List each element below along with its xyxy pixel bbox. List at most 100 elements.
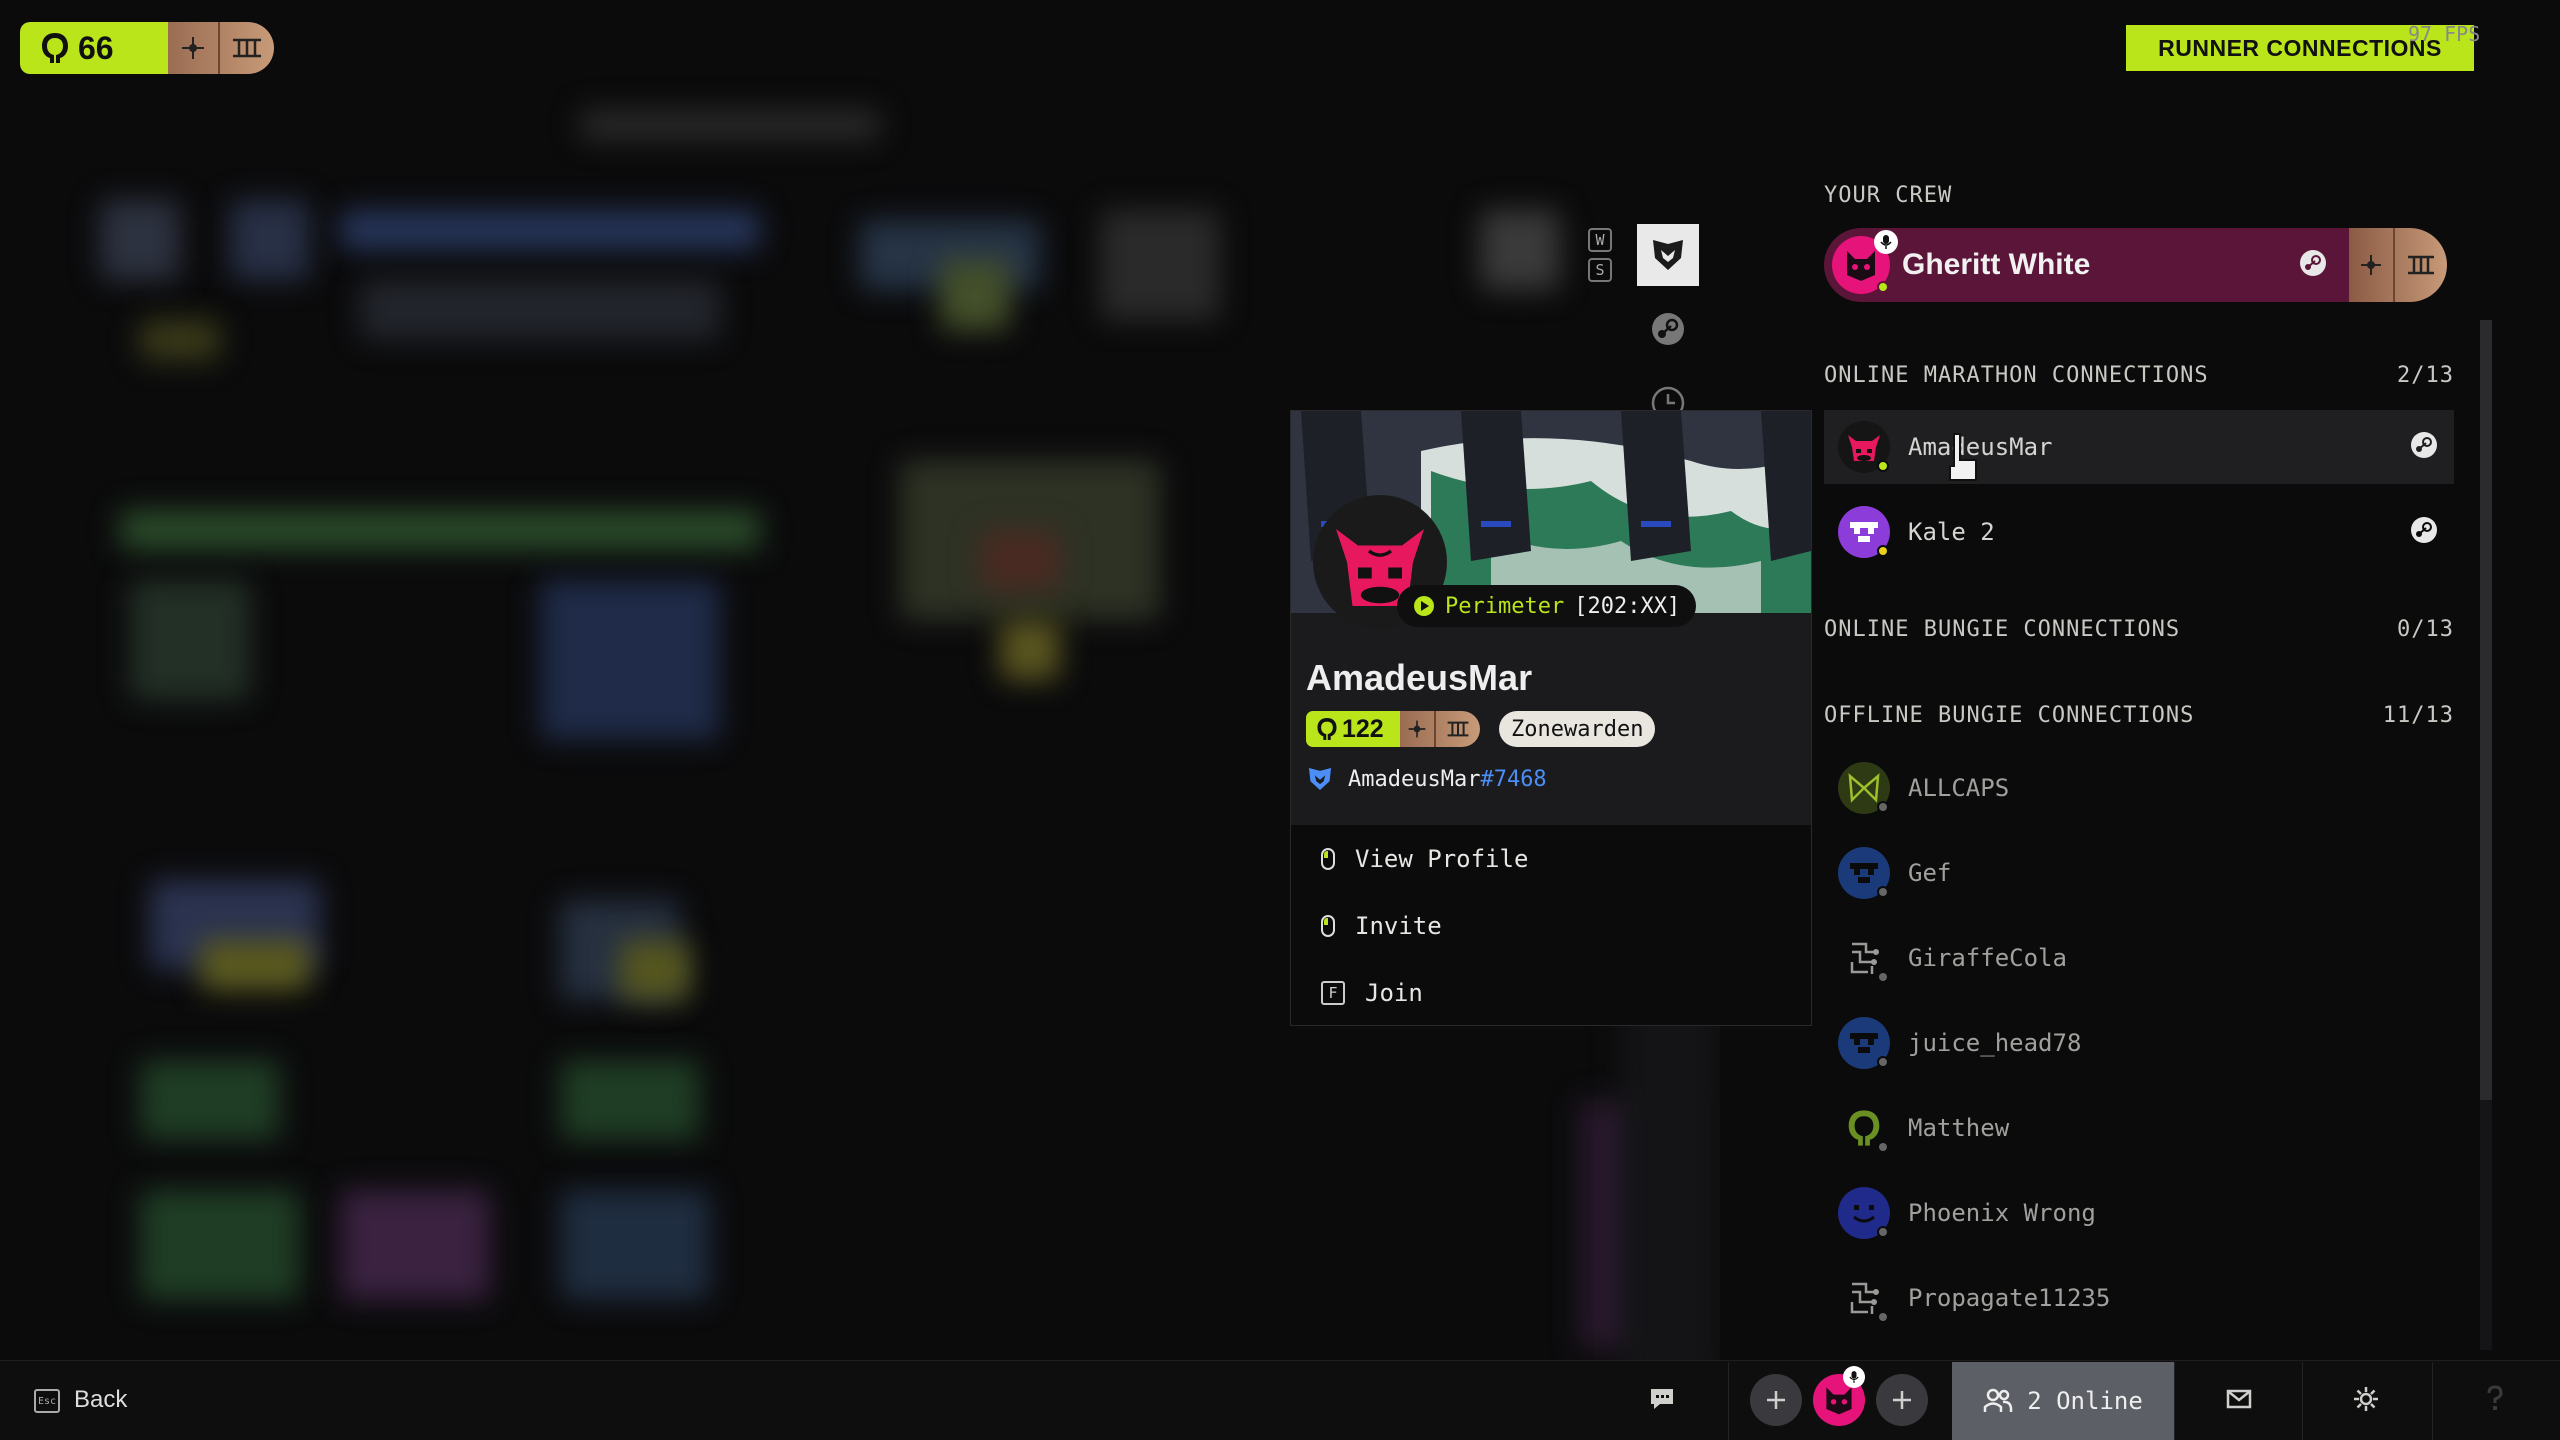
- back-button[interactable]: Back: [74, 1386, 127, 1414]
- friend-row-matthew[interactable]: Matthew: [1824, 1091, 2454, 1165]
- friend-name: Kale 2: [1908, 518, 1995, 546]
- profile-rank-badge: [1400, 711, 1480, 747]
- profile-context-menu: View Profile Invite F Join: [1291, 825, 1811, 1025]
- mouse-left-click-icon: [1321, 914, 1335, 937]
- mail-button[interactable]: [2226, 1388, 2252, 1414]
- add-crew-slot-right-button[interactable]: [1876, 1374, 1928, 1426]
- bungie-tab[interactable]: [1637, 224, 1699, 286]
- avatar: [1832, 230, 1898, 294]
- key-f: F: [1321, 980, 1345, 1005]
- join-menu-item[interactable]: F Join: [1291, 959, 1811, 1026]
- friends-scrollbar-thumb[interactable]: [2480, 320, 2492, 1100]
- menu-item-label: View Profile: [1355, 844, 1529, 873]
- settings-button[interactable]: [2352, 1385, 2380, 1417]
- offline-status-dot: [1877, 971, 1889, 983]
- away-status-dot: [1877, 545, 1889, 557]
- crew-avatar-button[interactable]: [1813, 1366, 1865, 1426]
- online-status-dot: [1877, 281, 1889, 293]
- offline-bungie-section-header: OFFLINE BUNGIE CONNECTIONS 11/13: [1824, 703, 2454, 728]
- plus-icon: [1767, 1391, 1785, 1409]
- section-count: 11/13: [2382, 703, 2454, 728]
- chat-button[interactable]: [1648, 1386, 1676, 1416]
- friend-row-juice-head78[interactable]: juice_head78: [1824, 1006, 2454, 1080]
- key-w: W: [1588, 228, 1612, 252]
- bungie-name-row: AmadeusMar#7468: [1306, 765, 1547, 793]
- play-icon: [1414, 596, 1434, 616]
- steam-icon: [2410, 516, 2438, 548]
- player-level-value: 66: [78, 29, 114, 66]
- add-crew-slot-left-button[interactable]: [1750, 1374, 1802, 1426]
- bottom-divider: [2302, 1362, 2303, 1440]
- steam-icon: [2299, 249, 2327, 281]
- profile-popup: Perimeter [202:XX] AmadeusMar 122 Zonewa…: [1290, 410, 1812, 1026]
- crew-member-card[interactable]: Gheritt White: [1824, 228, 2349, 302]
- friend-row-allcaps[interactable]: ALLCAPS: [1824, 751, 2454, 825]
- help-button[interactable]: [2484, 1384, 2506, 1416]
- plus-icon: [1893, 1391, 1911, 1409]
- bottom-divider: [2432, 1362, 2433, 1440]
- avatar: [1838, 1187, 1890, 1239]
- friend-name: juice_head78: [1908, 1029, 2082, 1057]
- online-friends-button[interactable]: 2 Online: [1952, 1362, 2174, 1440]
- online-marathon-section-header: ONLINE MARATHON CONNECTIONS 2/13: [1824, 363, 2454, 388]
- profile-level-badge: 122: [1306, 711, 1400, 747]
- question-mark-icon: [2487, 1385, 2503, 1410]
- pixel-face-icon: [1850, 863, 1878, 883]
- friend-row-kale-2[interactable]: Kale 2: [1824, 495, 2454, 569]
- avatar: [1838, 847, 1890, 899]
- your-crew-heading: YOUR CREW: [1824, 183, 1953, 208]
- rank-cross-icon: [168, 22, 220, 74]
- rank-bars-icon: [2395, 255, 2447, 275]
- offline-status-dot: [1877, 1056, 1889, 1068]
- offline-status-dot: [1877, 801, 1889, 813]
- mail-icon: [2226, 1389, 2252, 1409]
- steam-icon: [2410, 431, 2438, 463]
- offline-status-dot: [1877, 886, 1889, 898]
- avatar: [1838, 762, 1890, 814]
- steam-tab[interactable]: [1637, 298, 1699, 360]
- player-level-badge: 66: [20, 22, 168, 74]
- rank-bars-icon: [220, 38, 274, 58]
- view-profile-menu-item[interactable]: View Profile: [1291, 825, 1811, 892]
- avatar: [1838, 1272, 1890, 1324]
- section-title: ONLINE MARATHON CONNECTIONS: [1824, 363, 2209, 388]
- chat-icon: [1651, 1389, 1673, 1409]
- rank-bars-icon: [1436, 721, 1480, 737]
- location-code: [202:XX]: [1574, 593, 1681, 619]
- key-s: S: [1588, 258, 1612, 282]
- friend-name: Propagate11235: [1908, 1284, 2111, 1312]
- marathon-logo-icon: [42, 33, 68, 63]
- friend-row-gef[interactable]: Gef: [1824, 836, 2454, 910]
- bungie-shield-icon: [1653, 240, 1683, 270]
- mouse-left-click-icon: [1321, 847, 1335, 870]
- marathon-logo-icon: [1848, 1110, 1880, 1146]
- fps-counter: 97 FPS: [2408, 22, 2481, 46]
- bungie-name: AmadeusMar: [1348, 766, 1481, 792]
- location-name: Perimeter: [1445, 593, 1565, 619]
- crew-member-rank-badge: [2349, 228, 2447, 302]
- bottom-divider: [2174, 1362, 2175, 1440]
- esc-key: Esc: [34, 1389, 60, 1413]
- avatar: [1838, 1102, 1890, 1154]
- avatar: [1838, 932, 1890, 984]
- profile-level-value: 122: [1342, 714, 1384, 743]
- rank-cross-icon: [1400, 711, 1436, 747]
- online-bungie-section-header: ONLINE BUNGIE CONNECTIONS 0/13: [1824, 617, 2454, 642]
- friend-row-giraffecola[interactable]: GiraffeCola: [1824, 921, 2454, 995]
- offline-status-dot: [1877, 1141, 1889, 1153]
- friend-row-propagate11235[interactable]: Propagate11235: [1824, 1261, 2454, 1335]
- friend-row-amadeusmar[interactable]: AmadeusMar: [1824, 410, 2454, 484]
- online-count-label: 2 Online: [2027, 1387, 2143, 1415]
- friend-name: ALLCAPS: [1908, 774, 2010, 802]
- invite-menu-item[interactable]: Invite: [1291, 892, 1811, 959]
- pixel-face-icon: [1850, 522, 1878, 542]
- marathon-logo-icon: [1317, 718, 1337, 740]
- bottom-divider: [1728, 1362, 1729, 1440]
- rank-cross-icon: [2349, 228, 2395, 302]
- profile-title-chip: Zonewarden: [1499, 711, 1656, 747]
- player-rank-badge: [168, 22, 274, 74]
- avatar: [1838, 421, 1890, 473]
- section-title: ONLINE BUNGIE CONNECTIONS: [1824, 617, 2181, 642]
- friend-name: Phoenix Wrong: [1908, 1199, 2096, 1227]
- friend-row-phoenix-wrong[interactable]: Phoenix Wrong: [1824, 1176, 2454, 1250]
